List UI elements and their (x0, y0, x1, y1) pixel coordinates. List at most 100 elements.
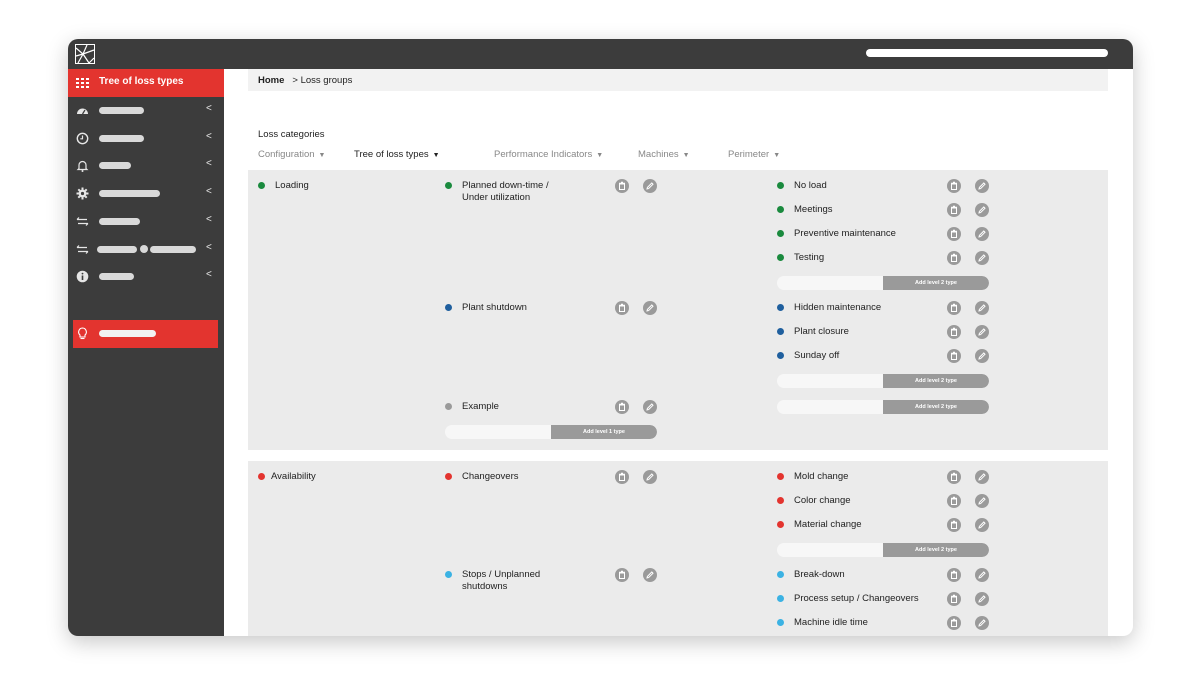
tab-configuration[interactable]: Configuration ▼ (258, 149, 325, 160)
trash-button[interactable] (947, 301, 961, 315)
trash-button[interactable] (947, 179, 961, 193)
trash-button[interactable] (947, 592, 961, 606)
row-actions (615, 179, 659, 193)
status-dot (445, 473, 452, 480)
add-level2-button[interactable]: Add level 2 type (883, 400, 989, 414)
row-actions (947, 470, 991, 484)
edit-button[interactable] (975, 349, 989, 363)
edit-button[interactable] (643, 301, 657, 315)
add-level2-button[interactable]: Add level 2 type (883, 374, 989, 388)
trash-button[interactable] (947, 616, 961, 630)
trash-button[interactable] (947, 470, 961, 484)
sidebar-item-transfers[interactable]: < (68, 212, 224, 232)
status-dot (777, 206, 784, 213)
search-bar[interactable] (866, 49, 1108, 57)
trash-button[interactable] (615, 470, 629, 484)
sidebar-item-tree-of-loss-types[interactable]: Tree of loss types (68, 69, 224, 97)
triangle-down-icon: ▼ (682, 152, 690, 159)
trash-icon (951, 520, 957, 529)
section-title: Loss categories (258, 129, 325, 140)
row-actions (615, 568, 659, 582)
edit-button[interactable] (975, 203, 989, 217)
edit-button[interactable] (975, 616, 989, 630)
triangle-down-icon: ▼ (432, 152, 440, 159)
trash-button[interactable] (947, 325, 961, 339)
status-dot (445, 403, 452, 410)
add-level2-button[interactable]: Add level 2 type (883, 276, 989, 290)
add-level2-button[interactable]: Add level 2 type (883, 543, 989, 557)
add-level1-button[interactable]: Add level 1 type (551, 425, 657, 439)
sidebar-item-label (97, 246, 137, 253)
edit-button[interactable] (643, 568, 657, 582)
tab-tree-of-loss-types[interactable]: Tree of loss types ▼ (354, 149, 440, 160)
logo-icon[interactable] (75, 44, 95, 64)
loss-group-availability: Availability Changeovers Mold change Col… (248, 461, 1108, 636)
status-dot (777, 182, 784, 189)
app-window: Tree of loss types < < < < < < < Home > … (68, 39, 1133, 636)
status-dot (258, 182, 265, 189)
row-actions (947, 251, 991, 265)
status-dot (777, 230, 784, 237)
add-level2-field[interactable]: Add level 2 type (777, 276, 989, 290)
swap-icon (76, 245, 89, 254)
pencil-icon (646, 403, 654, 411)
trash-button[interactable] (615, 400, 629, 414)
trash-button[interactable] (947, 251, 961, 265)
sidebar-item-label (99, 273, 134, 280)
row-actions (947, 494, 991, 508)
tab-perimeter[interactable]: Perimeter ▼ (728, 149, 780, 160)
edit-button[interactable] (643, 470, 657, 484)
pencil-icon (646, 473, 654, 481)
breadcrumb-home[interactable]: Home (258, 75, 284, 86)
gear-icon (76, 187, 89, 200)
sidebar-item-alerts[interactable]: < (68, 156, 224, 176)
trash-button[interactable] (947, 568, 961, 582)
add-level2-field[interactable]: Add level 2 type (777, 374, 989, 388)
sidebar-item-history[interactable]: < (68, 129, 224, 149)
edit-button[interactable] (643, 400, 657, 414)
status-dot (445, 304, 452, 311)
edit-button[interactable] (975, 470, 989, 484)
trash-button[interactable] (615, 568, 629, 582)
sidebar-item-ideas[interactable] (73, 320, 218, 348)
sidebar-item-label (99, 190, 160, 197)
edit-button[interactable] (975, 494, 989, 508)
pencil-icon (978, 473, 986, 481)
row-actions (615, 400, 659, 414)
edit-button[interactable] (975, 518, 989, 532)
trash-button[interactable] (947, 349, 961, 363)
edit-button[interactable] (975, 179, 989, 193)
sidebar-item-label (99, 107, 144, 114)
edit-button[interactable] (975, 301, 989, 315)
add-level2-field[interactable]: Add level 2 type (777, 400, 989, 414)
edit-button[interactable] (643, 179, 657, 193)
sidebar-item-settings[interactable]: < (68, 184, 224, 204)
pencil-icon (646, 571, 654, 579)
trash-button[interactable] (615, 179, 629, 193)
trash-button[interactable] (947, 227, 961, 241)
pencil-icon (978, 304, 986, 312)
trash-button[interactable] (947, 203, 961, 217)
edit-button[interactable] (975, 592, 989, 606)
trash-icon (951, 594, 957, 603)
status-dot (445, 182, 452, 189)
edit-button[interactable] (975, 325, 989, 339)
edit-button[interactable] (975, 568, 989, 582)
edit-button[interactable] (975, 227, 989, 241)
trash-icon (951, 181, 957, 190)
tab-performance-indicators[interactable]: Performance Indicators ▼ (494, 149, 603, 160)
trash-button[interactable] (947, 518, 961, 532)
sidebar-item-dashboard[interactable]: < (68, 101, 224, 121)
sidebar-item-exchanges[interactable]: < (68, 240, 224, 260)
tab-bar: Configuration ▼ Tree of loss types ▼ Perfo… (258, 149, 1058, 163)
add-level2-field[interactable]: Add level 2 type (777, 543, 989, 557)
trash-button[interactable] (615, 301, 629, 315)
pencil-icon (978, 497, 986, 505)
tab-machines[interactable]: Machines ▼ (638, 149, 690, 160)
status-dot (777, 571, 784, 578)
edit-button[interactable] (975, 251, 989, 265)
trash-button[interactable] (947, 494, 961, 508)
add-level1-field[interactable]: Add level 1 type (445, 425, 657, 439)
pencil-icon (978, 595, 986, 603)
sidebar-item-info[interactable]: < (68, 267, 224, 287)
